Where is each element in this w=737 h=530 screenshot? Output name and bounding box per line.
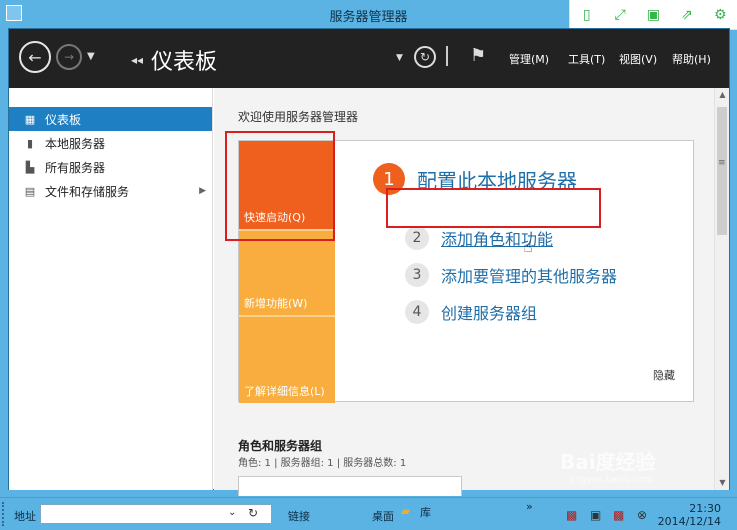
settings-icon[interactable]: ⚙ (709, 7, 731, 23)
clock[interactable]: 21:30 2014/12/14 (657, 502, 721, 528)
title-bar: 服务器管理器 ▯ ⤢ ▣ ⇗ ⚙ (0, 0, 737, 30)
more-icon[interactable]: » (526, 500, 533, 513)
step-number: 3 (405, 263, 429, 287)
servers-icon: ▙ (25, 160, 35, 174)
refresh-icon: ↻ (419, 50, 431, 64)
watermark-url: jingyan.baidu.com (570, 475, 654, 485)
menu-manage[interactable]: 管理(M) (509, 51, 549, 67)
clock-date: 2014/12/14 (657, 515, 721, 528)
roles-summary: 角色: 1 | 服务器组: 1 | 服务器总数: 1 (238, 458, 407, 469)
scroll-down-icon[interactable]: ▼ (715, 476, 730, 490)
step-add-other-servers[interactable]: 3 添加要管理的其他服务器 (405, 263, 617, 287)
library-toolbar[interactable]: 库 (420, 504, 431, 520)
desktop-toolbar[interactable]: 桌面 (372, 508, 394, 524)
arrow-left-icon: ← (28, 47, 42, 67)
server-icon: ▮ (26, 136, 34, 150)
scroll-thumb[interactable] (717, 107, 727, 235)
sidebar-item-file-storage[interactable]: ▤ 文件和存储服务 ▶ (9, 179, 212, 203)
tray-volume-icon[interactable]: ▩ (613, 508, 624, 522)
links-toolbar[interactable]: 链接 (288, 508, 310, 524)
annotation-box (225, 131, 335, 241)
header-dropdown-icon[interactable]: ▼ (396, 53, 403, 63)
grid-icon: ▦ (24, 112, 36, 126)
vertical-scrollbar[interactable]: ▲ ≡ ▼ (714, 88, 729, 490)
sidebar-item-label: 所有服务器 (45, 160, 106, 175)
step-create-server-group[interactable]: 4 创建服务器组 (405, 300, 537, 324)
hide-link[interactable]: 隐藏 (653, 367, 675, 383)
tray-status-icon[interactable]: ⊗ (637, 508, 647, 522)
chevron-down-icon[interactable]: ⌄ (228, 507, 236, 518)
annotation-box (386, 188, 601, 228)
watermark-text: Bai度经验 (560, 450, 656, 474)
breadcrumb-chevron-icon: ◂◂ (131, 53, 144, 67)
sidebar-item-label: 文件和存储服务 (45, 184, 130, 199)
scroll-grip-icon: ≡ (718, 158, 726, 168)
share-icon[interactable]: ⇗ (676, 7, 698, 23)
breadcrumb-title: 仪表板 (151, 50, 218, 75)
step-number: 4 (405, 300, 429, 324)
sidebar-item-label: 本地服务器 (45, 136, 106, 151)
tray-network-icon[interactable]: ▩ (566, 508, 577, 522)
go-refresh-icon[interactable]: ↻ (248, 506, 258, 520)
roles-heading: 角色和服务器组 (238, 439, 323, 453)
step-label: 添加角色和功能 (441, 230, 554, 249)
step-number: 2 (405, 226, 429, 250)
expand-icon[interactable]: ⤢ (609, 7, 631, 23)
storage-icon: ▤ (24, 184, 36, 198)
step-label: 添加要管理的其他服务器 (441, 267, 618, 286)
menu-tools[interactable]: 工具(T) (568, 51, 605, 67)
divider (446, 46, 448, 66)
address-input[interactable] (40, 504, 272, 524)
step-label: 创建服务器组 (441, 304, 538, 323)
menu-help[interactable]: 帮助(H) (672, 51, 711, 67)
sidebar-item-local-server[interactable]: ▮ 本地服务器 (9, 131, 212, 155)
hand-cursor-icon: ☝ (523, 237, 533, 256)
welcome-heading: 欢迎使用服务器管理器 (238, 110, 359, 124)
tile-learn-more[interactable]: 了解详细信息(L) (239, 315, 335, 403)
floating-toolbox: ▯ ⤢ ▣ ⇗ ⚙ (569, 0, 737, 30)
server-manager-window: ← → ▼ ◂◂ 仪表板 ▼ ↻ ⚑ 管理(M) 工具(T) 视图(V) 帮助(… (8, 28, 730, 496)
history-dropdown-icon[interactable]: ▼ (87, 51, 95, 62)
refresh-button[interactable]: ↻ (414, 46, 436, 68)
sidebar-item-all-servers[interactable]: ▙ 所有服务器 (9, 155, 212, 179)
notifications-flag-icon[interactable]: ⚑ (470, 45, 486, 66)
taskbar: 地址 ⌄ ↻ 链接 桌面 ▰ 库 » ▩ ▣ ▩ ⊗ 21:30 2014/12… (0, 497, 737, 530)
save-icon[interactable]: ▣ (642, 7, 664, 23)
sidebar-item-dashboard[interactable]: ▦ 仪表板 (9, 107, 212, 131)
tile-whats-new[interactable]: 新增功能(W) (239, 229, 335, 315)
header-bar: ← → ▼ ◂◂ 仪表板 ▼ ↻ ⚑ 管理(M) 工具(T) 视图(V) 帮助(… (9, 29, 729, 88)
arrow-right-icon: → (63, 50, 75, 64)
sidebar: ▦ 仪表板 ▮ 本地服务器 ▙ 所有服务器 ▤ 文件和存储服务 ▶ (9, 88, 213, 490)
chevron-right-icon: ▶ (199, 186, 206, 196)
tray-flag-icon[interactable]: ▣ (590, 508, 601, 522)
forward-button[interactable]: → (56, 44, 82, 70)
folder-icon: ▰ (401, 504, 411, 518)
fit-icon[interactable]: ▯ (576, 7, 598, 23)
clock-time: 21:30 (689, 502, 721, 515)
sidebar-item-label: 仪表板 (45, 112, 82, 127)
scroll-up-icon[interactable]: ▲ (715, 88, 730, 102)
toolbar-grip[interactable] (2, 502, 5, 526)
breadcrumb: ◂◂ 仪表板 (131, 44, 217, 76)
address-label: 地址 (14, 510, 36, 523)
baidu-watermark: Bai度经验 jingyan.baidu.com (560, 446, 656, 485)
back-button[interactable]: ← (19, 41, 51, 73)
menu-view[interactable]: 视图(V) (619, 51, 657, 67)
role-card[interactable] (238, 476, 462, 496)
